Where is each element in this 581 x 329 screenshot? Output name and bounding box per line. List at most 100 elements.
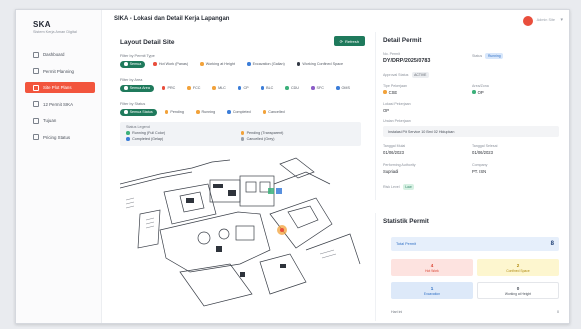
layout-card: Layout Detail Site ⟳ Refresh Filter by P… (114, 36, 365, 321)
filter-status-label: Filter by Status (120, 102, 146, 106)
no-permit-value: DY/DRP/2025/0783 (383, 57, 431, 64)
chip-color-dot (195, 110, 200, 114)
chip-color-dot (237, 86, 242, 90)
hatch-marks (319, 249, 337, 259)
brand-subtitle: Sistem Kerja Aman Digital (33, 30, 77, 34)
sidebar-item-site-plot-plans[interactable]: Site Plot Plans (25, 82, 95, 93)
lokasi-label: Lokasi Pekerjaan (383, 102, 411, 106)
sidebar-item-permit-planning[interactable]: Permit Planning (25, 66, 95, 77)
stat-total[interactable]: Total Permit 8 (391, 237, 559, 251)
stat-tile[interactable]: 4 Hot Work (391, 259, 473, 276)
permit-type-chip[interactable]: Excavation (Galian) (243, 61, 289, 68)
permit-type-chip[interactable]: Working at Height (196, 61, 239, 68)
tipe-value: CSE (383, 90, 397, 95)
permit-marker[interactable] (276, 188, 282, 194)
sidebar-item-label: Site Plot Plans (43, 85, 72, 90)
sidebar-item-label: 12 Permit SIKA (43, 101, 74, 107)
chip-color-dot (262, 110, 267, 114)
legend-label: Cancelled (Grey) (246, 136, 275, 141)
chip-label: MLC (218, 86, 226, 90)
area-chip[interactable]: CDU (281, 85, 303, 92)
chip-color-dot (187, 86, 191, 90)
field-uraian-label: Uraian Pekerjaan (383, 119, 411, 125)
sidebar-item-pricing-status[interactable]: Pricing Status (25, 132, 95, 143)
stat-tile-value: 4 (430, 262, 434, 268)
stat-tile-label: Working at Height (504, 291, 532, 296)
pemohon-value: Supriadi (383, 168, 399, 174)
map-icon (33, 84, 39, 91)
sidebar-item-12-permit-sika[interactable]: 12 Permit SIKA (25, 99, 95, 110)
lokasi-value: OP (383, 107, 390, 113)
tank (218, 228, 230, 240)
stat-tile-value: 2 (516, 262, 520, 268)
permit-type-chip[interactable]: Hot Work (Panas) (149, 61, 192, 68)
uraian-value: Instalasi Pit Service 10 Bmi 02 Hidupkan (388, 129, 455, 134)
filter-permit-type-label: Filter by Permit Type (120, 54, 155, 58)
chip-label: Working at Height (205, 62, 235, 66)
chip-color-dot (124, 62, 128, 66)
area-color-dot (472, 90, 476, 94)
sidebar: SKA Sistem Kerja Aman Digital Dashboard P… (16, 10, 102, 323)
hatch-marks (145, 217, 155, 229)
area-chip[interactable]: MLC (208, 85, 229, 92)
brand-logo[interactable]: SKA Sistem Kerja Aman Digital (33, 20, 77, 34)
chip-label: Excavation (Galian) (252, 62, 285, 66)
chip-label: PRC (167, 86, 176, 90)
structure-fill (216, 246, 222, 252)
perusahaan-value: PT. ISN (472, 168, 487, 174)
detail-title: Detail Permit (383, 37, 422, 44)
area-chip[interactable]: Semua Area (120, 84, 154, 92)
top-bar: SIKA - Lokasi dan Detail Kerja Lapangan … (102, 10, 569, 32)
page-title: SIKA - Lokasi dan Detail Kerja Lapangan (114, 16, 230, 22)
stat-footer-value: 0 (557, 310, 559, 314)
chip-label: Pending (170, 110, 184, 114)
stat-tile[interactable]: 2 Confined Space (477, 259, 559, 276)
status-chip[interactable]: Completed (223, 109, 254, 116)
chip-label: CP (243, 86, 249, 90)
stat-footer-label: Hari ini (391, 310, 403, 314)
status-chip[interactable]: Cancelled (259, 109, 289, 116)
status-chip[interactable]: Running (192, 109, 219, 116)
status-chip[interactable]: Semua Status (120, 108, 157, 116)
stat-tile[interactable]: 0 Working at Height (477, 282, 559, 299)
user-name[interactable]: Admin Site (537, 18, 555, 22)
field-perusahaan: Company PT. ISN (472, 163, 487, 174)
status-chip[interactable]: Pending (161, 109, 188, 116)
permit-type-chip[interactable]: Working Confined Space (293, 61, 347, 68)
chip-color-dot (310, 86, 315, 90)
area-chip[interactable]: PRC (158, 85, 179, 92)
chip-color-dot (227, 110, 231, 114)
site-floor-plan[interactable] (120, 154, 361, 309)
field-selesai: Tanggal Selesai 01/06/2023 (472, 144, 497, 155)
chip-label: Cancelled (268, 110, 285, 114)
permit-type-chip[interactable]: Semua (120, 60, 146, 68)
permit-marker[interactable] (268, 188, 274, 194)
layout-title: Layout Detail Site (120, 39, 175, 46)
area-chip[interactable]: BLC (257, 85, 278, 92)
area-chip[interactable]: FCC (183, 85, 204, 92)
legend-item: Completed (Gelap) (126, 137, 241, 141)
mulai-label: Tanggal Mulai (383, 144, 406, 148)
refresh-button[interactable]: ⟳ Refresh (333, 36, 365, 46)
sidebar-item-tujuan[interactable]: Tujuan (25, 115, 95, 126)
road-outline (120, 171, 193, 189)
field-mulai: Tanggal Mulai 01/06/2023 (383, 144, 405, 155)
stat-tile[interactable]: 1 Excavation (391, 282, 473, 299)
perusahaan-label: Company (472, 163, 488, 167)
field-risk: Risk Level Low (383, 184, 415, 190)
mulai-value: 01/06/2023 (383, 149, 404, 155)
field-status: Status Running (472, 53, 504, 59)
area-chip[interactable]: CP (234, 85, 253, 92)
stat-tile-value: 0 (516, 285, 520, 291)
avatar[interactable] (523, 16, 533, 26)
area-chip[interactable]: OMS (332, 85, 354, 92)
selesai-label: Tanggal Selesai (472, 144, 498, 148)
chip-color-dot (285, 86, 289, 90)
chevron-down-icon[interactable]: ▾ (560, 17, 563, 23)
area-chip[interactable]: SFC (307, 85, 328, 92)
structure-fill (280, 264, 286, 268)
pipe-route (273, 171, 331, 185)
sidebar-item-dashboard[interactable]: Dashboard (25, 49, 95, 60)
plant-area (159, 211, 271, 273)
tipe-value-text: CSE (388, 89, 398, 95)
